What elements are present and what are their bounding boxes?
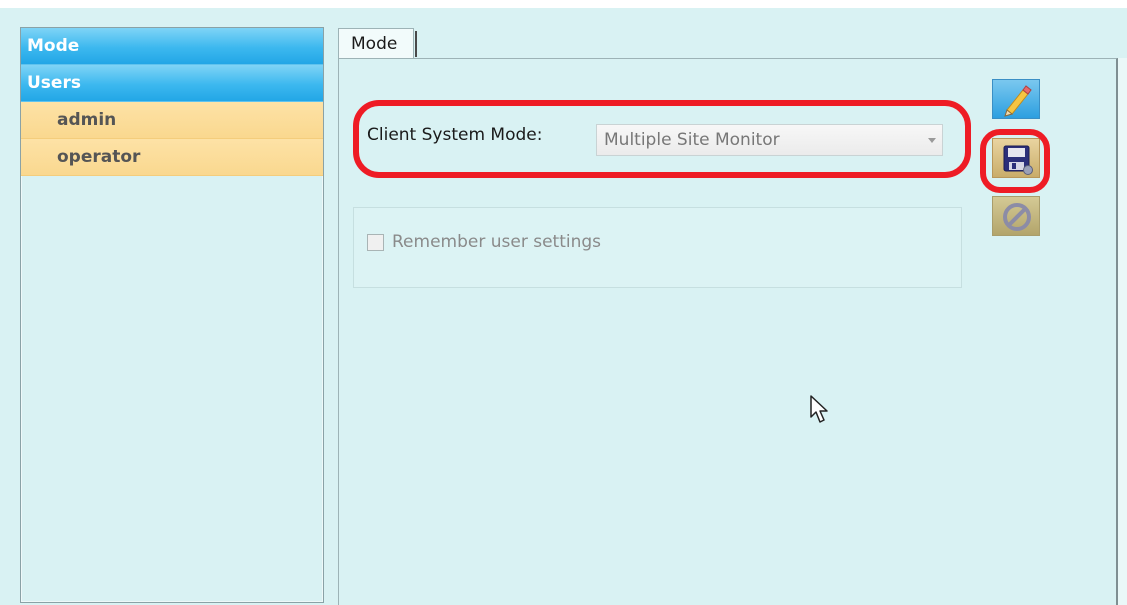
navigation-tree: Mode Users admin operator [20,27,324,603]
cancel-button[interactable] [992,196,1040,236]
floppy-disk-icon [1003,145,1033,175]
dropdown-arrow-icon [928,138,936,143]
window-right-edge [1118,58,1127,605]
cancel-icon [1003,203,1031,231]
tree-group-users[interactable]: Users [21,65,323,102]
edit-button[interactable] [992,79,1040,119]
client-system-mode-dropdown[interactable]: Multiple Site Monitor [596,124,943,156]
pencil-icon [1004,85,1032,117]
top-strip [0,0,1127,8]
tree-group-mode[interactable]: Mode [21,28,323,65]
client-system-mode-value: Multiple Site Monitor [604,130,780,150]
remember-settings-label: Remember user settings [392,232,602,252]
client-system-mode-label: Client System Mode: [367,125,543,145]
tab-mode[interactable]: Mode [338,28,417,59]
tree-item-operator[interactable]: operator [21,139,323,176]
remember-settings-checkbox[interactable] [367,234,384,251]
tree-item-admin[interactable]: admin [21,102,323,139]
save-button[interactable] [992,138,1040,178]
